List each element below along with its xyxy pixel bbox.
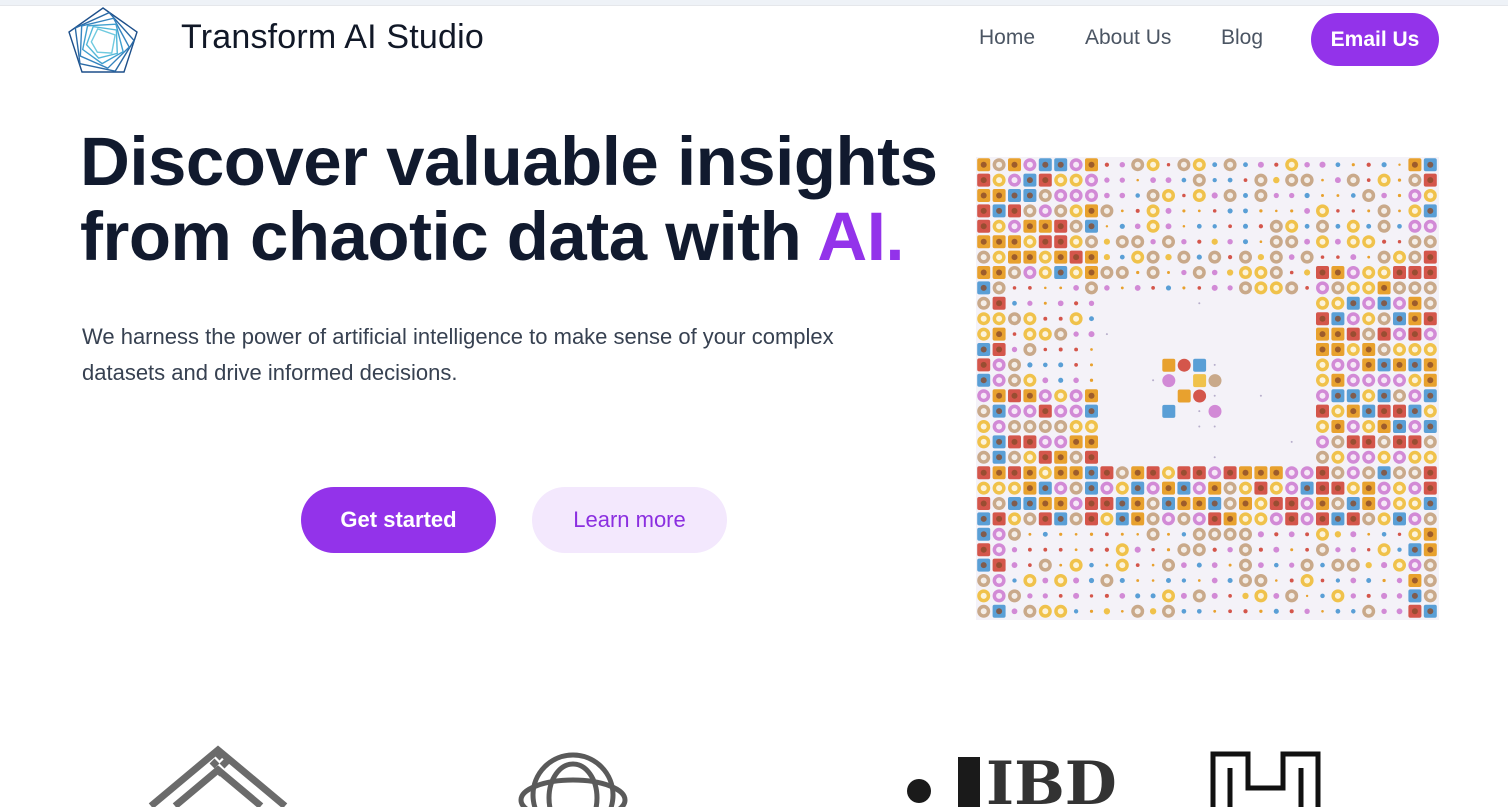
nav-home-link[interactable]: Home [979, 26, 1035, 50]
ibd-logo: IBD [902, 740, 1132, 807]
hero-subtitle: We harness the power of artificial intel… [82, 324, 834, 385]
hero-title-accent: AI. [817, 198, 905, 275]
get-started-button[interactable]: Get started [301, 487, 496, 553]
hero-title-line2: from chaotic data with [80, 198, 818, 275]
site-header: Transform AI Studio Home About Us Blog E… [0, 6, 1508, 76]
brand-name[interactable]: Transform AI Studio [181, 18, 484, 57]
hero-title: Discover valuable insights from chaotic … [80, 124, 960, 274]
ibd-logo-text: IBD [986, 749, 1117, 807]
hero-title-line1: Discover valuable insights [80, 123, 938, 200]
nav-blog-link[interactable]: Blog [1221, 26, 1263, 50]
client-logos: IBD [0, 740, 1508, 807]
learn-more-button[interactable]: Learn more [532, 487, 727, 553]
email-us-button[interactable]: Email Us [1311, 13, 1439, 66]
nav-about-link[interactable]: About Us [1085, 26, 1171, 50]
diamond-house-logo-icon [145, 740, 295, 807]
pentagon-spiral-icon[interactable] [66, 6, 140, 76]
bracket-logo-icon [1210, 740, 1322, 807]
rings-logo-icon [515, 740, 635, 807]
data-mosaic-illustration [976, 157, 1439, 620]
